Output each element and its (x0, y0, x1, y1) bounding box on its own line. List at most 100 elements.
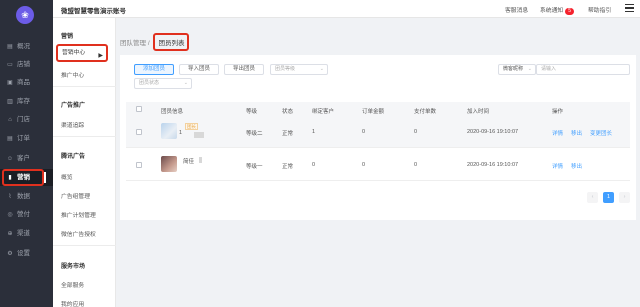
nav-item-data[interactable]: ⌇ 数据 (0, 188, 53, 205)
nav-label: 渠道 (17, 230, 30, 237)
stock-icon: ▥ (7, 99, 13, 105)
nav-label: 店铺 (17, 61, 30, 68)
caret-right-icon: ▶ (98, 53, 103, 59)
nav-label: 设置 (17, 250, 30, 257)
subnav-promo-center[interactable]: 推广中心 (61, 70, 84, 79)
customer-message-link[interactable]: 客服消息 (505, 5, 528, 14)
page-1-button[interactable]: 1 (603, 192, 614, 203)
chevron-down-icon: ⌄ (319, 66, 324, 72)
import-member-button[interactable]: 导入团员 (179, 64, 219, 75)
nav-item-orders[interactable]: ▤ 订单 (0, 130, 53, 147)
nav-item-goods[interactable]: ▣ 商品 (0, 74, 53, 91)
change-leader-link[interactable]: 变更团长 (590, 129, 612, 137)
sub-section-title: 服务市场 (61, 264, 86, 270)
detail-link[interactable]: 详情 (552, 129, 563, 137)
search-type-label: 微客昵称 (503, 66, 524, 72)
member-customers: 1 (312, 129, 316, 135)
export-member-button[interactable]: 导出团员 (224, 64, 264, 75)
divider (53, 136, 116, 137)
nav-item-overview[interactable]: ▤ 概况 (0, 38, 53, 55)
store-icon: ⌂ (8, 117, 12, 123)
member-join-time: 2020-09-16 19:10:07 (467, 162, 519, 168)
col-orders: 支付单数 (414, 109, 437, 115)
member-amount: 0 (362, 162, 366, 168)
col-level: 等级 (246, 109, 258, 115)
subnav-plan[interactable]: 推广计划管理 (61, 210, 96, 219)
member-level: 等级一 (246, 164, 263, 170)
settings-icon: ⚙ (7, 251, 13, 257)
status-select[interactable]: 团员状态 ⌄ (134, 78, 192, 89)
subnav-label: 营销中心 (62, 50, 86, 56)
member-orders: 0 (414, 162, 418, 168)
avatar (161, 123, 177, 139)
nav-label: 订单 (17, 135, 30, 142)
search-input[interactable]: 请输入 (536, 64, 630, 75)
breadcrumb: 团队管理 / 团员列表 (120, 33, 190, 51)
nav-item-settings[interactable]: ⚙ 设置 (0, 245, 53, 262)
sub-section-title: 营销 (61, 34, 74, 40)
row-checkbox[interactable] (136, 162, 142, 168)
remove-link[interactable]: 移出 (571, 162, 582, 170)
nav-item-store[interactable]: ⌂ 门店 (0, 111, 53, 128)
level-select-placeholder: 团员等级 (275, 66, 296, 72)
subnav-marketing-center[interactable]: 营销中心 ▶ (56, 44, 108, 62)
member-status: 正常 (282, 131, 294, 137)
next-page-button[interactable]: › (619, 192, 630, 203)
nav-item-stock[interactable]: ▥ 库存 (0, 93, 53, 110)
table-header: 团员信息 等级 状态 绑定客户 订单金额 支付单数 加入时间 操作 (126, 102, 630, 117)
nav-item-customers[interactable]: ☺ 客户 (0, 150, 53, 167)
member-status: 正常 (282, 164, 294, 170)
member-amount: 0 (362, 129, 366, 135)
subnav-auth[interactable]: 微信广告授权 (61, 229, 96, 238)
col-status: 状态 (282, 109, 294, 115)
subnav-channel-tracking[interactable]: 渠道追踪 (61, 120, 84, 129)
highlight-box (2, 169, 44, 186)
nav-item-shop[interactable]: ▭ 店铺 (0, 56, 53, 73)
col-customers: 绑定客户 (312, 109, 335, 115)
row-checkbox[interactable] (136, 129, 142, 135)
orders-icon: ▤ (7, 136, 13, 142)
masked-name (194, 132, 204, 138)
nav-label: 客户 (17, 155, 30, 162)
subnav-ad-group[interactable]: 广告组管理 (61, 191, 90, 200)
sub-section-title: 腾讯广告 (61, 154, 86, 160)
nav-label: 概况 (17, 43, 30, 50)
select-all-checkbox[interactable] (136, 106, 142, 112)
subnav-my-apps[interactable]: 我的应用 (61, 299, 84, 307)
detail-link[interactable]: 详情 (552, 162, 563, 170)
menu-icon[interactable] (625, 4, 634, 13)
prev-page-button[interactable]: ‹ (587, 192, 598, 203)
account-title: 微盟智慧零售演示账号 (61, 8, 126, 15)
nav-label: 商品 (17, 79, 30, 86)
member-join-time: 2020-09-16 19:10:07 (467, 129, 519, 135)
sub-nav: 营销 营销中心 ▶ 推广中心 广告推广 渠道追踪 腾讯广告 概览 广告组管理 推广… (53, 18, 116, 307)
help-link[interactable]: 帮助指引 (588, 5, 611, 14)
system-notice-link[interactable]: 系统通知 5 (540, 5, 574, 15)
member-customers: 0 (312, 162, 316, 168)
member-level: 等级二 (246, 131, 263, 137)
subnav-all-services[interactable]: 全部服务 (61, 280, 84, 289)
remove-link[interactable]: 移出 (571, 129, 582, 137)
level-select[interactable]: 团员等级 ⌄ (270, 64, 328, 75)
channel-icon: ⊕ (7, 231, 13, 237)
subnav-overview[interactable]: 概览 (61, 172, 73, 181)
avatar (161, 156, 177, 172)
nav-item-pay[interactable]: ◎ 營付 (0, 206, 53, 223)
search-type-select[interactable]: 微客昵称 ⌄ (498, 64, 536, 75)
nav-label: 门店 (17, 116, 30, 123)
nav-label: 数据 (17, 193, 30, 200)
breadcrumb-current: 团员列表 (153, 33, 190, 51)
col-join-time: 加入时间 (467, 109, 490, 115)
leader-tag: 团长 (185, 123, 198, 130)
sub-section-title: 广告推广 (61, 103, 86, 109)
breadcrumb-separator: / (147, 40, 150, 47)
nav-item-channel[interactable]: ⊕ 渠道 (0, 225, 53, 242)
member-list-card: 添加团员 导入团员 导出团员 团员等级 ⌄ 团员状态 ⌄ 微客昵称 ⌄ 请输入 团员信… (120, 55, 636, 220)
masked-name (199, 157, 202, 163)
add-member-button[interactable]: 添加团员 (134, 64, 174, 75)
divider (53, 245, 116, 246)
main-nav: ❀ ▤ 概况 ▭ 店铺 ▣ 商品 ▥ 库存 ⌂ 门店 ▤ 订单 ☺ 客户 ▮ 营销 ⌇ 数据 ◎ 營… (0, 0, 53, 307)
chevron-down-icon: ⌄ (527, 66, 532, 72)
app-logo-icon[interactable]: ❀ (16, 6, 34, 24)
breadcrumb-parent[interactable]: 团队管理 (120, 40, 146, 47)
